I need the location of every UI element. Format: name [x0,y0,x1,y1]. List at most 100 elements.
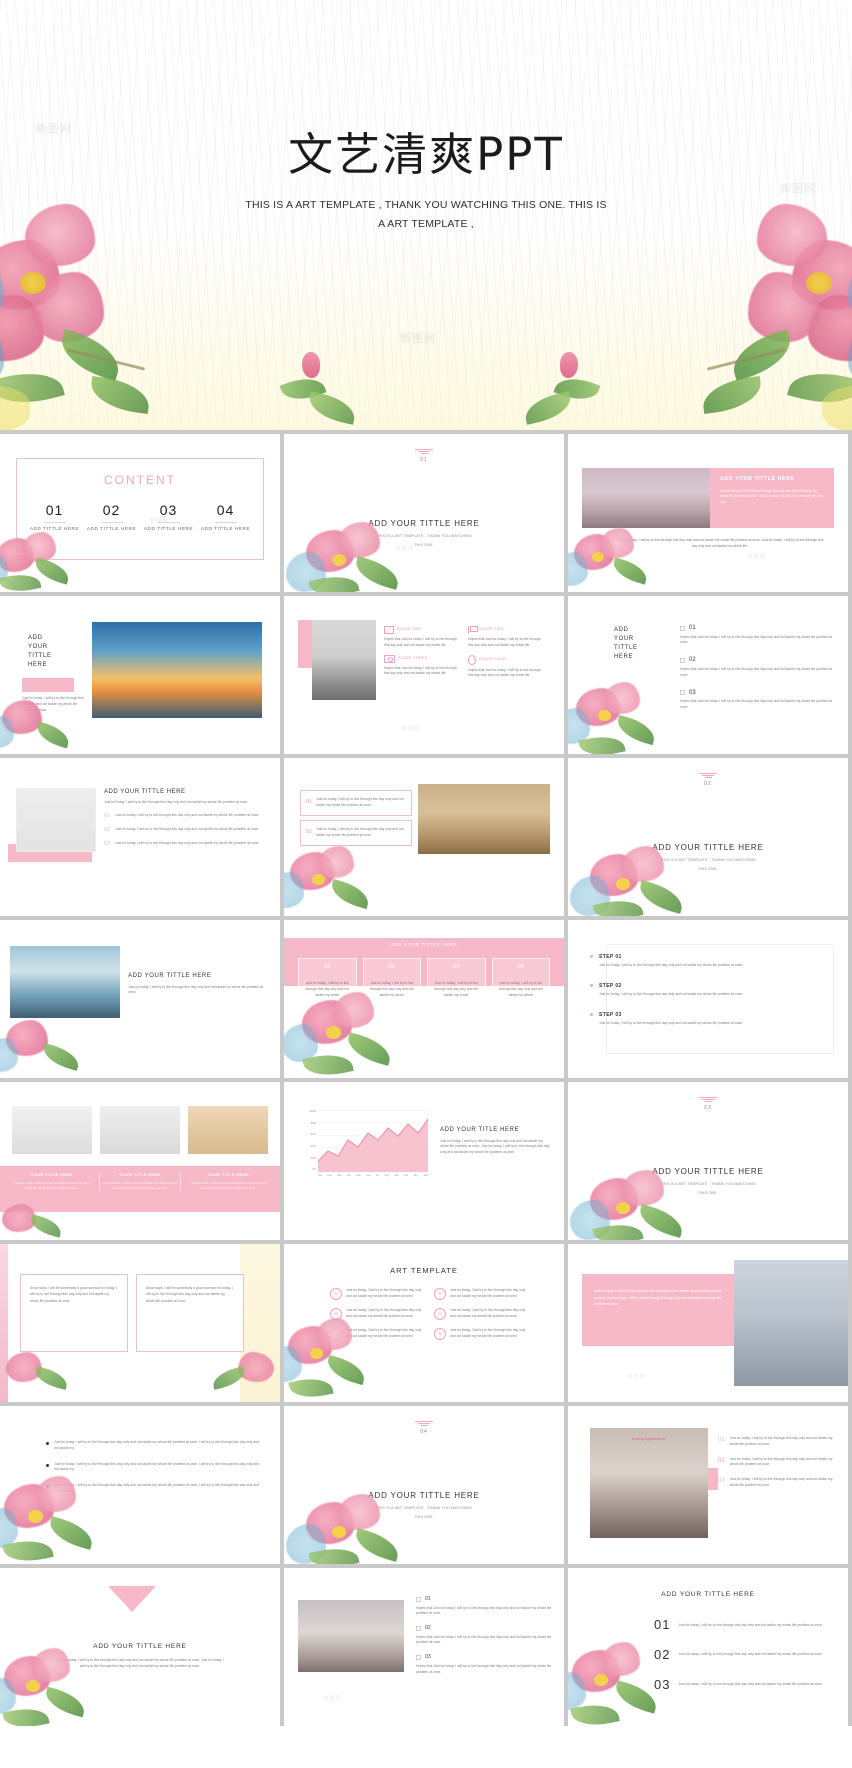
ppt-template-preview-page: 文艺清爽PPT THIS IS A ART TEMPLATE , THANK Y… [0,0,852,1726]
item-number-badge: 06 [434,1328,446,1340]
checkbox-icon[interactable] [680,690,685,696]
slide-thumb-lake-photo-title[interactable]: ADD YOUR TITTLE HERE Just for today, I w… [0,920,280,1078]
checkbox-icon[interactable] [680,625,685,631]
item-number: 03 [104,841,111,848]
step-bullet-icon [590,955,593,958]
slide-thumb-photo-pink-panel[interactable]: ADD YOUR TITTLE HERE Just for today, I w… [568,434,848,592]
checklist-item[interactable]: 02 Hopes that Just for today, I will try… [680,656,836,678]
slide-thumb-bullet-list[interactable]: Just for today, I will try to live throu… [0,1406,280,1564]
numbered-item[interactable]: 01 Just for today, I will try to live th… [330,1288,424,1300]
list-item[interactable]: 02 Just for today, I will try to live th… [104,827,268,835]
right-accent-strip [240,1244,280,1402]
checkbox-icon[interactable] [416,1597,421,1603]
slide-thumb-big-numbers-list[interactable]: ADD YOUR TITTLE HERE 01 Just for today, … [568,1568,848,1726]
numbered-item[interactable]: 05 Just for today, I will try to live th… [330,1328,424,1340]
table-column[interactable]: 04 Just for today, I will try to live th… [491,958,550,1016]
stage-item[interactable]: STAGE THREE Hopes that Just for today, I… [384,654,462,680]
slide-thumb-three-photos-pink-captions[interactable]: YOUR TITLE HERE Just for today, I will t… [0,1082,280,1240]
numbered-item[interactable]: 03 Just for today, I will try to live th… [718,1477,838,1489]
quote-card[interactable]: Show says, I will be somebody a good sur… [136,1274,244,1352]
photo-laptop [12,1106,92,1154]
photo-person [312,620,376,700]
stage-item[interactable]: STAGE FOUR Hopes that Just for today, I … [468,654,546,680]
numbered-item[interactable]: 01 Just for today, I will try to live th… [654,1616,832,1635]
content-item[interactable]: 03 ADD TITTLE HERE [144,500,193,533]
slide-thumb-zebra-two-callouts[interactable]: 01 Just for today, I will try to live th… [284,758,564,916]
table-column[interactable]: 02 Just for today, I will try to live th… [362,958,421,1016]
slide-thumb-checklist-three[interactable]: ADD YOUR TITTLE HERE 01 Hopes that Just … [568,596,848,754]
slide-thumb-section-03[interactable]: 03 ADD YOUR TITTLE HERE THIS IS A ART TE… [568,1082,848,1240]
checklist-item[interactable]: 01 Hopes that Just for today, I will try… [680,624,836,646]
slide-thumb-section-01[interactable]: 01 ADD YOUR TITTLE HERE THIS IS A ART TE… [284,434,564,592]
photo-card[interactable]: YOUR TITLE HERE Just for today, I will t… [189,1172,268,1191]
table-column[interactable]: 01 Just for today, I will try to live th… [298,958,357,1016]
flower-decor [570,844,706,916]
quote-card[interactable]: Show says, I will be somebody a good sur… [20,1274,128,1352]
content-item[interactable]: 02 ADD TITTLE HERE [87,500,136,533]
slide-thumb-four-stage-icons[interactable]: STAGE ONE Hopes that Just for today, I w… [284,596,564,754]
watermark: 新图网 [400,333,436,345]
bullet-item[interactable]: Just for today, I will try to live throu… [46,1483,264,1495]
numbered-item[interactable]: 01 Hopes that Just for today, I will try… [416,1596,552,1617]
slide-thumb-bridge-photo-numbered[interactable]: 01 Hopes that Just for today, I will try… [284,1568,564,1726]
item-number-badge: 02 [434,1288,446,1300]
slide-thumb-two-quote-cards[interactable]: Show says, I will be somebody a good sur… [0,1244,280,1402]
checkbox-icon[interactable] [416,1626,421,1632]
slide-thumb-area-chart[interactable]: 100% 80% 60% 40% 20% 0% Jan Feb Mar Apr … [284,1082,564,1240]
content-item[interactable]: 01 ADD TITTLE HERE [30,500,79,533]
slide-thumb-swan-numbered-list[interactable]: ADD YOUR TITTLE HERE Just for today, I w… [0,758,280,916]
item-number: 03 [689,689,696,696]
numbered-item[interactable]: 02 Just for today, I will try to live th… [434,1288,528,1300]
slide-thumb-glass-building-pink-panel[interactable]: Just for today, I will try to live throu… [568,1244,848,1402]
stage-item[interactable]: STAGE ONE Hopes that Just for today, I w… [384,626,462,649]
checkbox-icon[interactable] [416,1655,421,1661]
photo-glass-building [734,1260,848,1386]
slide-thumb-triangle-title[interactable]: ADD YOUR TITTLE HERE Just for today, I w… [0,1568,280,1726]
slide-thumb-four-column-pink-table[interactable]: ADD YOUR TITTLE HERE 01 Just for today, … [284,920,564,1078]
step-item[interactable]: STEP 03 Just for today, I will try to li… [590,1012,824,1027]
stage-item[interactable]: STAGE TWO Hopes that Just for today, I w… [468,626,546,649]
numbered-item[interactable]: 04 Just for today, I will try to live th… [434,1308,528,1320]
table-column[interactable]: 03 Just for today, I will try to live th… [427,958,486,1016]
callout-box[interactable]: 02 Just for today, I will try to live th… [300,820,412,846]
photo-card[interactable]: YOUR TITLE HERE Just for today, I will t… [12,1172,91,1191]
slide-subtitle: Just for today, I will try to live throu… [104,799,249,804]
table-header-title: ADD YOUR TITTLE HERE [390,942,458,947]
photo-sunset [92,622,262,718]
slide-thumbnail-grid: CONTENT 01 ADD TITTLE HERE 02 ADD TITTLE… [0,430,852,1726]
photo-card[interactable]: YOUR TITLE HERE Just for today, I will t… [99,1172,181,1192]
step-body: Just for today, I will try to live throu… [599,1021,744,1026]
bullet-item[interactable]: Just for today, I will try to live throu… [46,1440,264,1452]
watermark: 新图网 [780,183,816,195]
step-item[interactable]: STEP 02 Just for today, I will try to li… [590,983,824,998]
step-item[interactable]: STEP 01 Just for today, I will try to li… [590,954,824,969]
item-number-badge: 01 [330,1288,342,1300]
slide-thumb-photo-left-title[interactable]: ADD YOUR TITTLE HERE Just for today, I w… [0,596,280,754]
checkbox-icon[interactable] [680,658,685,664]
numbered-item[interactable]: 03 Just for today, I will try to live th… [330,1308,424,1320]
bullet-item[interactable]: Just for today, I will try to live throu… [46,1462,264,1474]
slide-thumb-street-photo-numbered[interactable]: Danqingbaobao 01 Just for today, I will … [568,1406,848,1564]
numbered-item[interactable]: 06 Just for today, I will try to live th… [434,1328,528,1340]
numbered-item[interactable]: 03 Hopes that Just for today, I will try… [416,1654,552,1675]
checklist-item[interactable]: 03 Hopes that Just for today, I will try… [680,689,836,711]
numbered-item[interactable]: 02 Just for today, I will try to live th… [718,1457,838,1469]
numbered-item[interactable]: 03 Just for today, I will try to live th… [654,1676,832,1695]
slide-thumb-content-overview[interactable]: CONTENT 01 ADD TITTLE HERE 02 ADD TITTLE… [0,434,280,592]
slide-thumb-three-steps[interactable]: STEP 01 Just for today, I will try to li… [568,920,848,1078]
step-label: STEP 03 [599,1012,622,1019]
numbered-item[interactable]: 01 Just for today, I will try to live th… [718,1436,838,1448]
item-number: 01 [689,625,696,631]
content-item[interactable]: 04 ADD TITTLE HERE [201,500,250,533]
section-title: ADD YOUR TITTLE HERE [368,1491,480,1500]
numbered-item[interactable]: 02 Hopes that Just for today, I will try… [416,1625,552,1646]
slide-thumb-section-02[interactable]: 02 ADD YOUR TITTLE HERE THIS IS A ART TE… [568,758,848,916]
list-item[interactable]: 03 Just for today, I will try to live th… [104,841,268,849]
slide-thumb-section-04[interactable]: 04 ADD YOUR TITTLE HERE THIS IS A ART TE… [284,1406,564,1564]
numbered-item[interactable]: 02 Just for today, I will try to live th… [654,1646,832,1665]
content-label: ADD TITTLE HERE [143,526,194,532]
slide-thumb-art-template-six-items[interactable]: ART TEMPLATE 01 Just for today, I will t… [284,1244,564,1402]
list-item[interactable]: 01 Just for today, I will try to live th… [104,813,268,821]
pink-accent-bar [22,678,74,692]
callout-box[interactable]: 01 Just for today, I will try to live th… [300,790,412,816]
